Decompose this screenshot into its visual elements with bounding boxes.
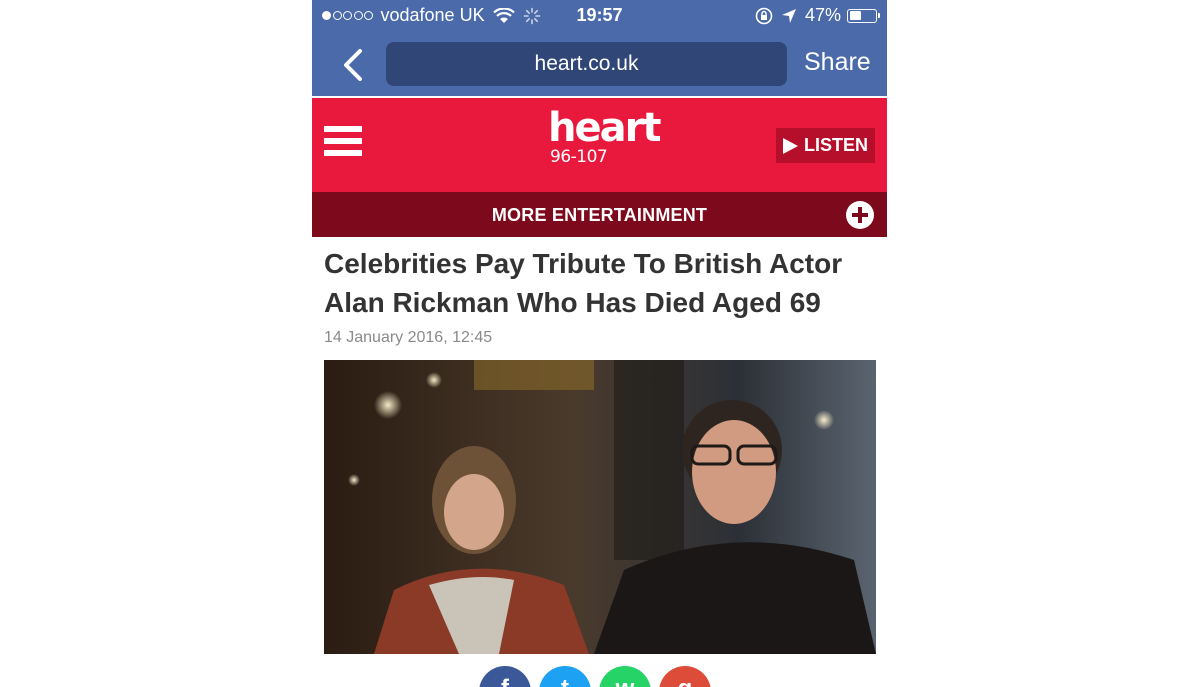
status-bar: vodafone UK 19:57 47% xyxy=(312,0,887,32)
social-share-row: f t w g xyxy=(479,666,719,687)
twitter-icon[interactable]: t xyxy=(539,666,591,687)
logo-brand: heart xyxy=(548,105,661,151)
location-arrow-icon xyxy=(781,8,796,23)
more-entertainment-bar[interactable]: MORE ENTERTAINMENT xyxy=(312,192,887,237)
back-chevron-icon[interactable] xyxy=(338,48,368,82)
menu-icon[interactable] xyxy=(324,126,362,164)
share-button[interactable]: Share xyxy=(804,48,871,77)
url-bar[interactable]: heart.co.uk xyxy=(386,42,787,86)
whatsapp-icon[interactable]: w xyxy=(599,666,651,687)
battery-percent: 47% xyxy=(804,5,841,25)
listen-label: LISTEN xyxy=(803,135,868,155)
play-icon xyxy=(782,137,798,154)
article-date: 14 January 2016, 12:45 xyxy=(324,329,493,346)
rotation-lock-icon xyxy=(755,7,773,24)
url-text: heart.co.uk xyxy=(534,52,639,75)
browser-chrome: vodafone UK 19:57 47% heart.co.uk Share xyxy=(312,0,887,96)
site-header: heart 96-107 LISTEN xyxy=(312,98,887,192)
article-photo xyxy=(324,360,876,654)
subnav-label: MORE ENTERTAINMENT xyxy=(491,205,708,225)
facebook-icon[interactable]: f xyxy=(479,666,531,687)
listen-button[interactable]: LISTEN xyxy=(776,128,875,163)
article-headline: Celebrities Pay Tribute To British Actor… xyxy=(324,248,843,318)
heart-logo[interactable]: heart 96-107 xyxy=(548,105,661,178)
battery-icon xyxy=(847,8,880,23)
expand-plus-icon[interactable] xyxy=(846,201,874,229)
google-plus-icon[interactable]: g xyxy=(659,666,711,687)
status-right: 47% xyxy=(755,5,880,26)
phone-screen: vodafone UK 19:57 47% heart.co.uk Share … xyxy=(312,0,887,687)
